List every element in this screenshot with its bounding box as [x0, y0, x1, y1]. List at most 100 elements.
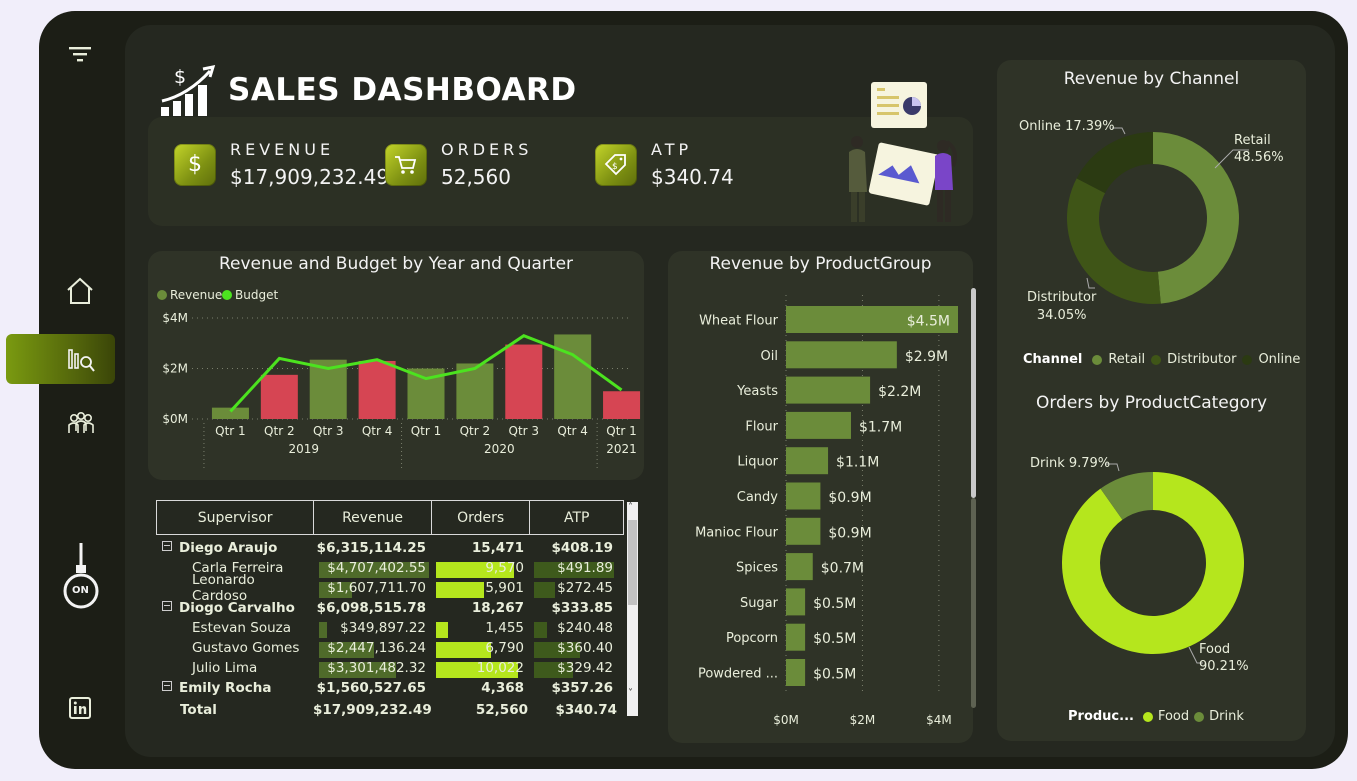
category-label: Oil — [761, 349, 778, 364]
legend-drink: Drink — [1209, 709, 1244, 724]
supervisor-label: Diego Araujo — [179, 540, 278, 556]
atp-value: $360.40 — [557, 640, 613, 656]
product-bar — [786, 623, 806, 651]
filter-icon[interactable] — [67, 44, 93, 64]
lightbulb-on-icon[interactable]: ON — [61, 543, 101, 613]
product-bar — [786, 553, 813, 581]
quarter-label: Qtr 1 — [215, 424, 246, 438]
table-row[interactable]: Gustavo Gomes $2,447,136.24 6,790 $360.40 — [156, 638, 624, 658]
category-label-drink: Drink 9.79% — [1030, 456, 1111, 471]
kpi-atp: $ ATP $340.74 — [595, 140, 734, 189]
category-food-name: Food — [1199, 642, 1231, 657]
atp-value: $408.19 — [551, 540, 614, 556]
revenue-bar — [358, 360, 396, 419]
table-group-row[interactable]: Diogo Carvalho $6,098,515.78 18,267 $333.85 — [156, 598, 624, 618]
orders-value: 6,790 — [485, 640, 524, 656]
y-tick-label: $2M — [162, 362, 188, 376]
orders-cell: 18,267 — [430, 600, 528, 616]
scroll-down-icon[interactable]: ˅ — [628, 688, 633, 699]
supervisor-name: Estevan Souza — [156, 620, 313, 636]
channel-legend: Channel Retail Distributor Online — [1023, 352, 1300, 367]
people-icon[interactable] — [66, 411, 96, 437]
orders-cell: 4,368 — [430, 680, 528, 696]
revenue-budget-chart: Revenue Budget $4M $2M $0M Qtr 1 Qtr 2 Qtr 3 Qtr… — [157, 288, 641, 469]
channel-label-online: Online 17.39% — [1019, 119, 1115, 134]
orders-value: 15,471 — [471, 540, 524, 556]
revenue-value: $4,707,402.55 — [327, 560, 426, 576]
total-label: Total — [180, 702, 217, 718]
atp-cell: $491.89 — [528, 560, 617, 578]
col-supervisor[interactable]: Supervisor — [157, 501, 315, 534]
col-atp[interactable]: ATP — [530, 501, 623, 534]
table-group-row[interactable]: Emily Rocha $1,560,527.65 4,368 $357.26 — [156, 678, 624, 698]
product-bar — [786, 517, 821, 545]
atp-value: $357.26 — [551, 680, 614, 696]
revenue-value: $349,897.22 — [340, 620, 426, 636]
home-icon[interactable] — [65, 276, 95, 306]
orders-value: 4,368 — [481, 680, 524, 696]
scroll-thumb[interactable] — [628, 520, 637, 605]
quarter-label: Qtr 1 — [411, 424, 442, 438]
quarter-label: Qtr 3 — [509, 424, 540, 438]
col-revenue[interactable]: Revenue — [314, 501, 432, 534]
svg-text:$: $ — [612, 162, 618, 172]
collapse-icon[interactable] — [162, 601, 172, 611]
analytics-icon[interactable] — [67, 346, 97, 374]
revenue-cell: $3,301,482.32 — [313, 660, 430, 678]
atp-databar — [534, 582, 555, 598]
category-label: Popcorn — [726, 631, 778, 646]
table-row[interactable]: Leonardo Cardoso $1,607,711.70 5,901 $272.4… — [156, 572, 624, 604]
table-row[interactable]: Estevan Souza $349,897.22 1,455 $240.48 — [156, 618, 624, 638]
col-orders[interactable]: Orders — [432, 501, 531, 534]
table-scrollbar[interactable]: ˄ ˅ — [627, 502, 638, 716]
y-tick-label: $0M — [162, 412, 188, 426]
orders-cell: 10,022 — [430, 660, 528, 678]
analytics-nav-active[interactable] — [6, 334, 115, 384]
atp-cell: $357.26 — [528, 680, 617, 696]
supervisor-name: Emily Rocha — [156, 680, 313, 696]
scroll-up-icon[interactable]: ˄ — [628, 502, 633, 513]
channel-retail-name: Retail — [1234, 133, 1271, 148]
supervisor-name: Diego Araujo — [156, 540, 313, 556]
atp-cell: $240.48 — [528, 620, 617, 638]
legend-budget: Budget — [235, 288, 278, 302]
atp-cell: $272.45 — [528, 580, 617, 598]
revenue-cell: $1,560,527.65 — [313, 680, 430, 696]
bar-data-label: $1.7M — [859, 419, 902, 435]
table-group-row[interactable]: Diego Araujo $6,315,114.25 15,471 $408.19 — [156, 538, 624, 558]
kpi-value: $340.74 — [651, 165, 734, 189]
table-row[interactable]: Julio Lima $3,301,482.32 10,022 $329.42 — [156, 658, 624, 678]
right-panel: Revenue by Channel Retail 48.56% Distrib… — [997, 60, 1306, 741]
quarter-label: Qtr 4 — [557, 424, 588, 438]
product-group-scroll-track — [971, 498, 976, 708]
revenue-bar — [554, 334, 592, 419]
page-title: SALES DASHBOARD — [228, 72, 577, 108]
product-group-scrollbar[interactable] — [971, 288, 976, 498]
slice-online — [1076, 132, 1153, 194]
category-label: Wheat Flour — [699, 314, 779, 329]
legend-distributor: Distributor — [1167, 352, 1237, 367]
channel-distributor-pct: 34.05% — [1036, 308, 1087, 323]
supervisor-table: Supervisor Revenue Orders ATP Diego Arau… — [156, 500, 638, 720]
dashboard-title: $ SALES DASHBOARD — [158, 63, 577, 117]
collapse-icon[interactable] — [162, 541, 172, 551]
kpi-orders: ORDERS 52,560 — [385, 140, 532, 189]
kpi-value: $17,909,232.49 — [230, 165, 390, 189]
linkedin-icon[interactable] — [69, 697, 91, 719]
year-label: 2021 — [606, 442, 637, 456]
revenue-value: $3,301,482.32 — [327, 660, 426, 676]
slice-distributor — [1067, 178, 1161, 304]
x-tick-label: $0M — [773, 713, 799, 727]
orders-value: 5,901 — [485, 580, 524, 596]
orders-value: 1,455 — [485, 620, 524, 636]
collapse-icon[interactable] — [162, 681, 172, 691]
legend-dot-food — [1142, 711, 1153, 722]
kpi-label: ATP — [651, 140, 693, 159]
category-food-pct: 90.21% — [1199, 659, 1249, 674]
product-bar — [786, 659, 806, 686]
legend-revenue: Revenue — [170, 288, 222, 302]
category-label: Manioc Flour — [695, 525, 779, 540]
atp-value: $240.48 — [557, 620, 613, 636]
svg-text:$: $ — [174, 66, 186, 88]
orders-value: 9,570 — [485, 560, 524, 576]
